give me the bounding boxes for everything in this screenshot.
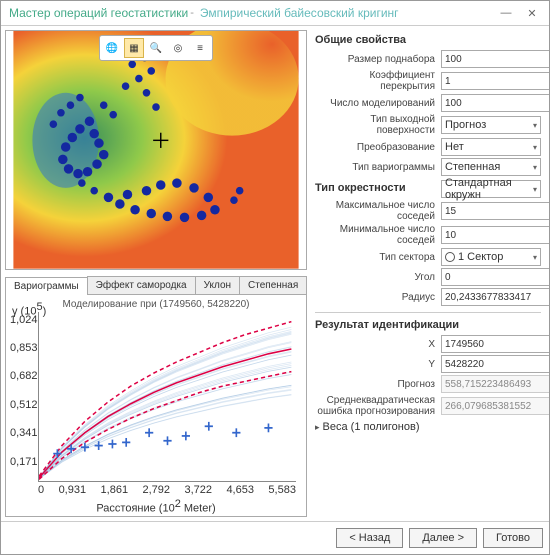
chevron-down-icon: ▾ xyxy=(533,185,537,194)
footer: < Назад Далее > Готово xyxy=(1,521,549,554)
select-variogram[interactable]: Степенная▾ xyxy=(441,158,541,176)
chevron-down-icon: ▾ xyxy=(533,163,537,172)
y-ticks: 1,0240,8530,6820,5120,3410,171 xyxy=(8,312,38,482)
label-x: X xyxy=(315,339,441,350)
sector-circle-icon xyxy=(445,252,455,262)
input-y[interactable] xyxy=(441,355,549,373)
chevron-down-icon: ▾ xyxy=(533,143,537,152)
chart-title: Моделирование при (1749560, 5428220) xyxy=(8,299,304,310)
close-button[interactable]: ✕ xyxy=(523,4,541,22)
label-out-surface: Тип выходной поверхности xyxy=(315,114,441,136)
output-prognoz xyxy=(441,375,549,393)
map-image xyxy=(6,31,306,269)
select-transform[interactable]: Нет▾ xyxy=(441,138,541,156)
map-preview[interactable]: 🌐 ▦ 🔍 ◎ ≡ xyxy=(5,30,307,270)
label-simulations: Число моделирований xyxy=(315,98,441,109)
back-button[interactable]: < Назад xyxy=(336,528,403,548)
input-subset-size[interactable] xyxy=(441,50,549,68)
chart-plot[interactable] xyxy=(38,312,296,482)
titlebar: Мастер операций геостатистики - Эмпириче… xyxy=(1,1,549,25)
finish-button[interactable]: Готово xyxy=(483,528,543,548)
tool-target-icon[interactable]: ◎ xyxy=(168,38,188,58)
input-min-neighbors[interactable] xyxy=(441,226,549,244)
chart-tabs: Вариограммы Эффект самородка Уклон Степе… xyxy=(5,276,307,295)
select-out-surface[interactable]: Прогноз▾ xyxy=(441,116,541,134)
title-sub: Эмпирический байесовский кригинг xyxy=(200,6,399,20)
tab-slope[interactable]: Уклон xyxy=(195,276,240,294)
map-toolbar: 🌐 ▦ 🔍 ◎ ≡ xyxy=(99,35,213,61)
label-rmse: Среднеквадратическая ошибка прогнозирова… xyxy=(315,395,441,417)
tab-power[interactable]: Степенная xyxy=(239,276,307,294)
label-prognoz: Прогноз xyxy=(315,379,441,390)
label-max-neighbors: Максимальное число соседей xyxy=(315,200,441,222)
properties-panel: Общие свойства Размер поднабора Коэффици… xyxy=(311,26,549,521)
x-axis-label: Расстояние (102 Meter) xyxy=(8,498,304,514)
label-y: Y xyxy=(315,359,441,370)
title-main: Мастер операций геостатистики xyxy=(9,6,188,20)
input-max-neighbors[interactable] xyxy=(441,202,549,220)
tab-variograms[interactable]: Вариограммы xyxy=(5,277,88,295)
x-ticks: 00,9311,8612,7923,7224,6535,583 xyxy=(8,482,304,496)
tool-magnify-icon[interactable]: 🔍 xyxy=(146,38,166,58)
expand-icon[interactable]: ▸ xyxy=(315,422,320,432)
input-simulations[interactable] xyxy=(441,94,549,112)
chart-area: γ (105) Моделирование при (1749560, 5428… xyxy=(5,295,307,517)
next-button[interactable]: Далее > xyxy=(409,528,477,548)
input-angle[interactable] xyxy=(441,268,549,286)
weights-section[interactable]: Веса (1 полигонов) xyxy=(323,421,420,433)
section-result: Результат идентификации xyxy=(315,319,541,331)
select-sector[interactable]: 1 Сектор▾ xyxy=(441,248,541,266)
label-min-neighbors: Минимальное число соседей xyxy=(315,224,441,246)
minimize-button[interactable]: — xyxy=(497,4,515,22)
tab-nugget[interactable]: Эффект самородка xyxy=(87,276,196,294)
tool-list-icon[interactable]: ≡ xyxy=(190,38,210,58)
label-transform: Преобразование xyxy=(315,142,441,153)
label-overlap: Коэффициент перекрытия xyxy=(315,70,441,92)
input-x[interactable] xyxy=(441,335,549,353)
label-radius: Радиус xyxy=(315,292,441,303)
tool-globe-icon[interactable]: 🌐 xyxy=(102,38,122,58)
chevron-down-icon: ▾ xyxy=(533,121,537,130)
label-subset-size: Размер поднабора xyxy=(315,54,441,65)
section-neighborhood: Тип окрестности xyxy=(315,182,441,194)
label-angle: Угол xyxy=(315,272,441,283)
tool-layers-icon[interactable]: ▦ xyxy=(124,38,144,58)
select-neighborhood[interactable]: Стандартная окружн▾ xyxy=(441,180,541,198)
title-separator: - xyxy=(190,7,194,19)
section-general: Общие свойства xyxy=(315,34,541,46)
label-sector: Тип сектора xyxy=(315,252,441,263)
input-overlap[interactable] xyxy=(441,72,549,90)
input-radius[interactable] xyxy=(441,288,549,306)
chevron-down-icon: ▾ xyxy=(533,253,537,262)
label-variogram: Тип вариограммы xyxy=(315,162,441,173)
output-rmse xyxy=(441,397,549,415)
